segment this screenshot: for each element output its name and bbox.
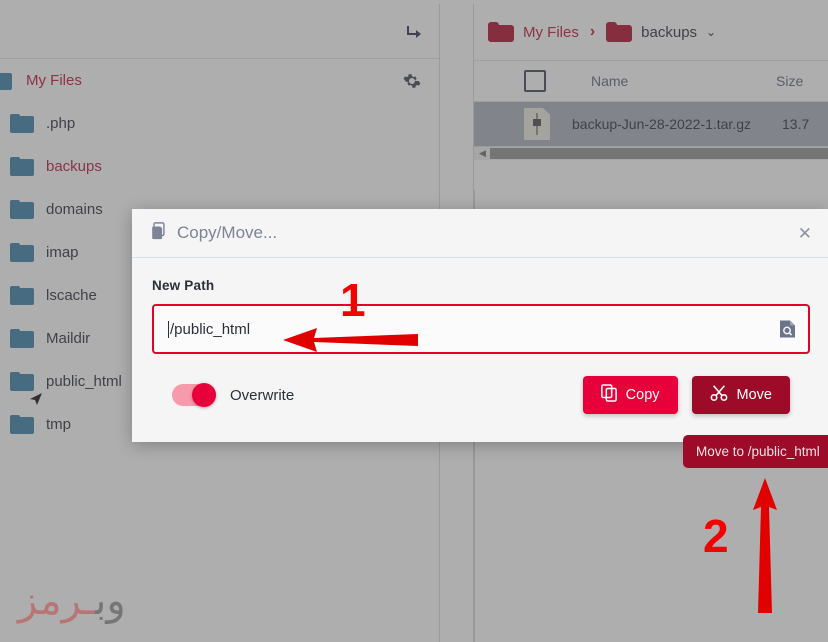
tree-item-label: .php [46, 115, 76, 132]
annotation-arrow-left-icon [283, 325, 418, 360]
dialog-body: New Path /public_html Overwrite Copy Mov… [132, 258, 828, 414]
annotation-step-1: 1 [340, 274, 366, 326]
copy-button[interactable]: Copy [582, 376, 678, 414]
close-icon[interactable]: ✕ [798, 225, 812, 242]
archive-file-icon [524, 108, 552, 140]
tree-item-label: My Files [26, 72, 82, 89]
tree-item-label: imap [46, 244, 79, 261]
mouse-cursor-icon [26, 389, 46, 409]
watermark-part-dark: وب [95, 578, 126, 624]
folder-icon [10, 114, 34, 133]
tree-item-label: Maildir [46, 330, 91, 347]
file-table-header: Name Size [474, 60, 828, 102]
table-row[interactable]: backup-Jun-28-2022-1.tar.gz 13.7 [474, 102, 828, 146]
file-search-icon[interactable] [779, 320, 796, 339]
breadcrumb-item-my-files[interactable]: My Files [488, 22, 579, 42]
move-tooltip: Move to /public_html [683, 435, 828, 468]
copy-icon [150, 221, 167, 245]
folder-icon [10, 286, 34, 305]
watermark: وبـرمز [18, 578, 126, 624]
overwrite-label: Overwrite [230, 386, 295, 404]
tree-item-my-files[interactable]: My Files [0, 59, 439, 102]
folder-icon [10, 415, 34, 434]
file-size-cell: 13.7 [782, 116, 810, 132]
tree-item-backups[interactable]: backups [0, 145, 439, 188]
tree-item-label: public_html [46, 373, 122, 390]
tree-item-label: backups [46, 158, 102, 175]
move-button[interactable]: Move [691, 376, 790, 414]
move-button-label: Move [736, 387, 772, 403]
new-path-input[interactable]: /public_html [152, 304, 810, 354]
text-caret [168, 320, 169, 338]
dialog-footer: Overwrite Copy Move [152, 376, 810, 414]
chevron-down-icon[interactable]: ⌄ [706, 25, 716, 39]
left-panel-toolbar [0, 4, 439, 59]
dialog-title-group: Copy/Move... [150, 221, 278, 245]
new-path-value: /public_html [170, 320, 251, 338]
annotation-step-2: 2 [703, 510, 729, 562]
breadcrumb-label: backups [641, 23, 698, 41]
tree-item-label: domains [46, 201, 103, 218]
gear-icon[interactable] [403, 72, 421, 90]
copy-icon [600, 384, 617, 406]
arrow-turn-down-right-icon[interactable] [401, 20, 427, 46]
copy-move-dialog: Copy/Move... ✕ New Path /public_html Ove… [132, 209, 828, 442]
watermark-part-red: ـرمز [18, 578, 96, 624]
folder-icon [10, 329, 34, 348]
annotation-arrow-up-icon [750, 478, 780, 618]
column-header-name[interactable]: Name [591, 73, 776, 89]
folder-icon [0, 71, 12, 90]
tree-item-php[interactable]: .php [0, 102, 439, 145]
folder-icon [606, 22, 633, 42]
dialog-header: Copy/Move... ✕ [132, 209, 828, 258]
breadcrumb-separator-icon: › [589, 23, 596, 40]
file-name-cell: backup-Jun-28-2022-1.tar.gz [572, 116, 751, 132]
horizontal-scrollbar[interactable]: ◀ [474, 146, 828, 160]
breadcrumb-label: My Files [523, 23, 579, 41]
dialog-title: Copy/Move... [177, 223, 278, 242]
copy-button-label: Copy [625, 387, 660, 403]
file-manager-app: My Files .php backups domains imap lscac… [0, 0, 828, 642]
folder-icon [10, 157, 34, 176]
folder-icon [10, 372, 42, 405]
scrollbar-thumb[interactable] [489, 148, 828, 159]
column-header-size[interactable]: Size [776, 73, 803, 89]
tree-item-label: lscache [46, 287, 97, 304]
folder-icon [488, 22, 514, 42]
breadcrumb: My Files › backups ⌄ [474, 4, 828, 60]
scroll-left-arrow-icon[interactable]: ◀ [479, 148, 486, 159]
tree-item-label: tmp [46, 416, 72, 433]
breadcrumb-item-backups[interactable]: backups [606, 22, 697, 42]
folder-icon [10, 200, 34, 219]
overwrite-toggle[interactable] [172, 383, 216, 407]
select-all-checkbox[interactable] [524, 70, 546, 92]
scissors-icon [710, 384, 728, 406]
folder-icon [10, 243, 34, 262]
new-path-label: New Path [152, 278, 215, 293]
